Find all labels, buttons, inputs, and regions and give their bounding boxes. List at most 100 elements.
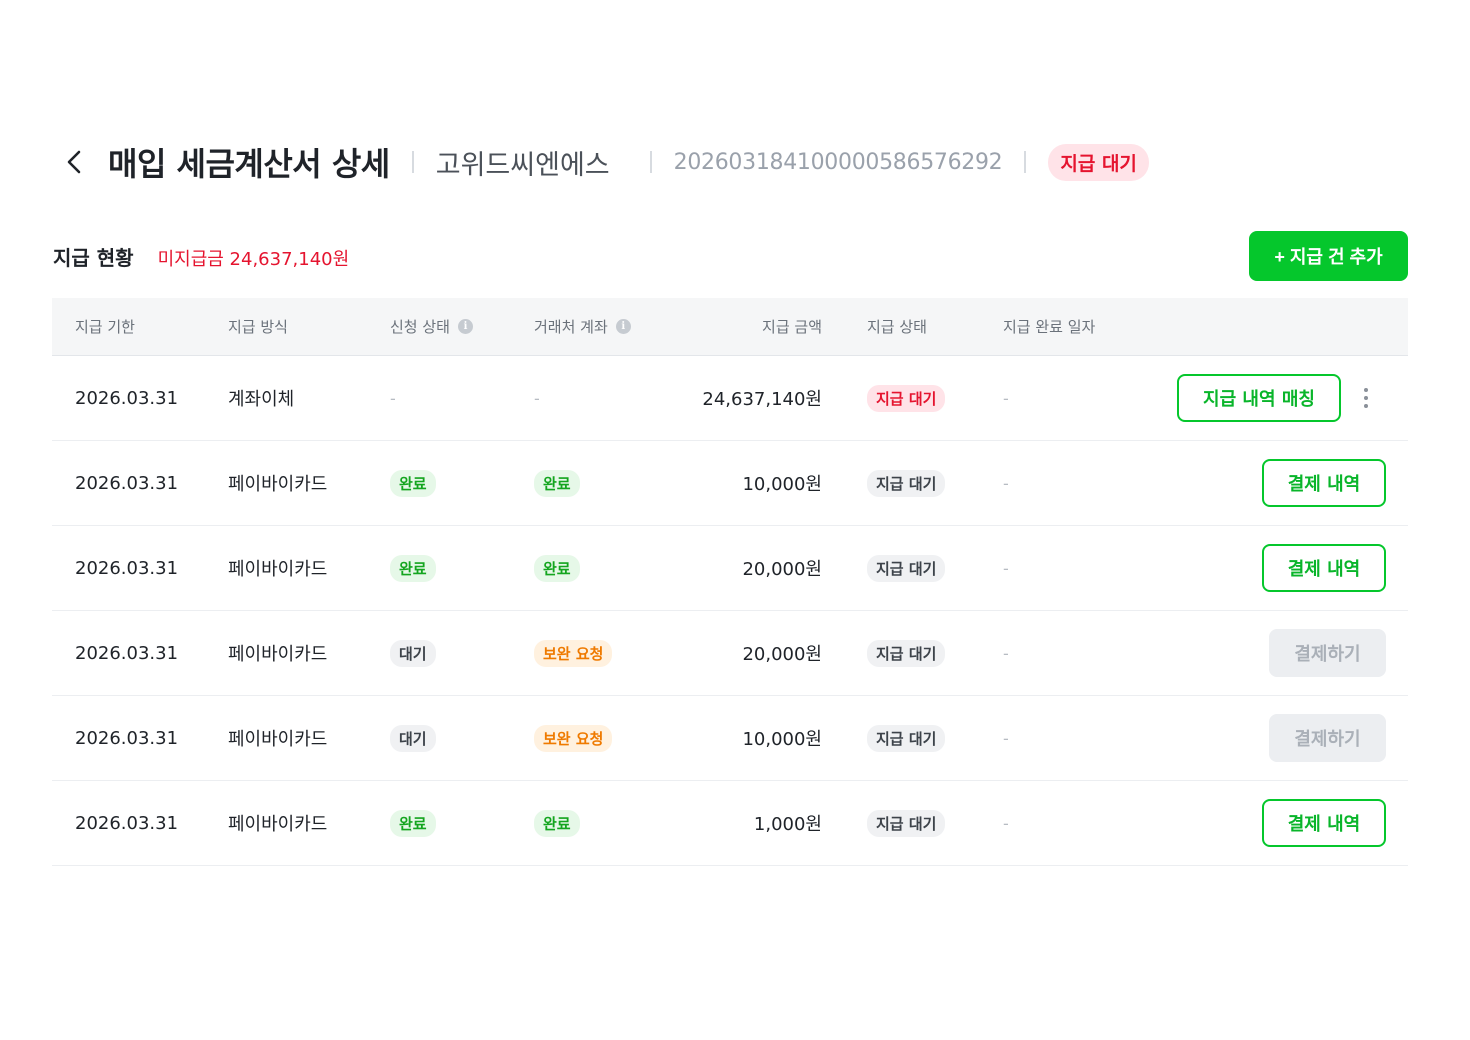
payment-method: 페이바이카드 [228, 729, 328, 750]
pay-status-cell: 지급 대기 [867, 526, 946, 610]
vendor-name: 고위드씨엔에스 [435, 149, 610, 181]
pay-status-badge: 지급 대기 [867, 384, 946, 412]
pay-status-badge: 지급 대기 [867, 724, 946, 752]
due-date: 2026.03.31 [75, 727, 179, 749]
done-date: - [1003, 643, 1009, 663]
column-label: 거래처 계좌 [534, 318, 608, 336]
column-header-pay-status: 지급 상태 [867, 298, 927, 355]
column-header-due: 지급 기한 [75, 298, 135, 355]
done-date: - [1003, 728, 1009, 748]
column-label: 지급 방식 [228, 318, 288, 336]
match-history-button[interactable]: 지급 내역 매칭 [1177, 374, 1341, 422]
payment-method: 계좌이체 [228, 389, 295, 410]
request-status-cell: 대기 [390, 696, 436, 780]
back-button[interactable] [60, 148, 88, 176]
account-status-badge: 완료 [534, 809, 580, 837]
done-date: - [1003, 388, 1009, 408]
column-header-account: 거래처 계좌 i [534, 298, 631, 355]
account-status-cell: 완료 [534, 781, 580, 865]
pay-status-badge: 지급 대기 [867, 809, 946, 837]
request-status-badge: 대기 [390, 639, 436, 667]
request-status-cell: 완료 [390, 526, 436, 610]
column-header-done-date: 지급 완료 일자 [1003, 298, 1095, 355]
table-row: 2026.03.31 계좌이체 - - 24,637,140원 지급 대기 - … [52, 356, 1408, 441]
chevron-left-icon [67, 150, 81, 174]
request-status-badge: 완료 [390, 809, 436, 837]
payment-table: 지급 기한 지급 방식 신청 상태 i 거래처 계좌 i 지급 금액 지급 상태 지… [52, 298, 1408, 866]
column-label: 신청 상태 [390, 318, 450, 336]
payment-summary: 지급 현황 미지급금 24,637,140원 [53, 242, 349, 271]
divider [649, 151, 652, 173]
payment-method: 페이바이카드 [228, 644, 328, 665]
status-badge: 지급 대기 [1048, 143, 1149, 181]
request-status: - [390, 388, 396, 408]
info-icon[interactable]: i [457, 319, 473, 334]
request-status-cell: 완료 [390, 781, 436, 865]
due-date: 2026.03.31 [75, 812, 179, 834]
more-vertical-icon[interactable] [1356, 383, 1376, 413]
pay-status-badge: 지급 대기 [867, 554, 946, 582]
account-status-cell: 완료 [534, 441, 580, 525]
table-header: 지급 기한 지급 방식 신청 상태 i 거래처 계좌 i 지급 금액 지급 상태 지… [52, 298, 1408, 356]
payment-amount: 10,000원 [742, 474, 822, 495]
column-label: 지급 상태 [867, 318, 927, 336]
pay-status-badge: 지급 대기 [867, 639, 946, 667]
table-row: 2026.03.31 페이바이카드 대기 보완 요청 20,000원 지급 대기… [52, 611, 1408, 696]
due-date: 2026.03.31 [75, 387, 179, 409]
payment-amount: 1,000원 [753, 814, 822, 835]
account-status-badge: 완료 [534, 554, 580, 582]
pay-status-cell: 지급 대기 [867, 696, 946, 780]
due-date: 2026.03.31 [75, 472, 179, 494]
payment-history-button[interactable]: 결제 내역 [1262, 544, 1386, 592]
column-header-request-status: 신청 상태 i [390, 298, 473, 355]
payment-history-button[interactable]: 결제 내역 [1262, 459, 1386, 507]
table-row: 2026.03.31 페이바이카드 대기 보완 요청 10,000원 지급 대기… [52, 696, 1408, 781]
column-header-method: 지급 방식 [228, 298, 288, 355]
account-status-cell: 완료 [534, 526, 580, 610]
pay-status-cell: 지급 대기 [867, 611, 946, 695]
account-status-badge: 보완 요청 [534, 724, 613, 752]
section-title: 지급 현황 [53, 246, 134, 270]
due-date: 2026.03.31 [75, 557, 179, 579]
pay-button-disabled[interactable]: 결제하기 [1269, 714, 1386, 762]
account-status-cell: 보완 요청 [534, 696, 613, 780]
pay-status-cell: 지급 대기 [867, 441, 946, 525]
pay-status-badge: 지급 대기 [867, 469, 946, 497]
done-date: - [1003, 558, 1009, 578]
add-payment-button[interactable]: + 지급 건 추가 [1249, 231, 1408, 281]
account-status: - [534, 388, 540, 408]
done-date: - [1003, 813, 1009, 833]
payment-amount: 20,000원 [742, 559, 822, 580]
unpaid-amount: 미지급금 24,637,140원 [157, 249, 350, 270]
document-number: 202603184100000586576292 [673, 149, 1003, 175]
table-row: 2026.03.31 페이바이카드 완료 완료 10,000원 지급 대기 - … [52, 441, 1408, 526]
page-title: 매입 세금계산서 상세 [108, 145, 390, 183]
column-label: 지급 금액 [762, 318, 822, 336]
pay-status-cell: 지급 대기 [867, 356, 946, 440]
column-label: 지급 완료 일자 [1003, 318, 1096, 336]
request-status-cell: 완료 [390, 441, 436, 525]
due-date: 2026.03.31 [75, 642, 179, 664]
payment-method: 페이바이카드 [228, 474, 328, 495]
pay-button-disabled[interactable]: 결제하기 [1269, 629, 1386, 677]
pay-status-cell: 지급 대기 [867, 781, 946, 865]
account-status-badge: 보완 요청 [534, 639, 613, 667]
account-status-cell: 보완 요청 [534, 611, 613, 695]
request-status-badge: 완료 [390, 469, 436, 497]
payment-amount: 20,000원 [742, 644, 822, 665]
account-status-badge: 완료 [534, 469, 580, 497]
table-row: 2026.03.31 페이바이카드 완료 완료 1,000원 지급 대기 - 결… [52, 781, 1408, 866]
done-date: - [1003, 473, 1009, 493]
request-status-badge: 완료 [390, 554, 436, 582]
info-icon[interactable]: i [615, 319, 631, 334]
table-row: 2026.03.31 페이바이카드 완료 완료 20,000원 지급 대기 - … [52, 526, 1408, 611]
payment-method: 페이바이카드 [228, 814, 328, 835]
divider [1024, 151, 1027, 173]
payment-method: 페이바이카드 [228, 559, 328, 580]
request-status-badge: 대기 [390, 724, 436, 752]
payment-history-button[interactable]: 결제 내역 [1262, 799, 1386, 847]
request-status-cell: 대기 [390, 611, 436, 695]
payment-amount: 10,000원 [742, 729, 822, 750]
divider [411, 151, 414, 173]
page-header: 매입 세금계산서 상세 고위드씨엔에스 20260318410000058657… [60, 134, 1149, 190]
